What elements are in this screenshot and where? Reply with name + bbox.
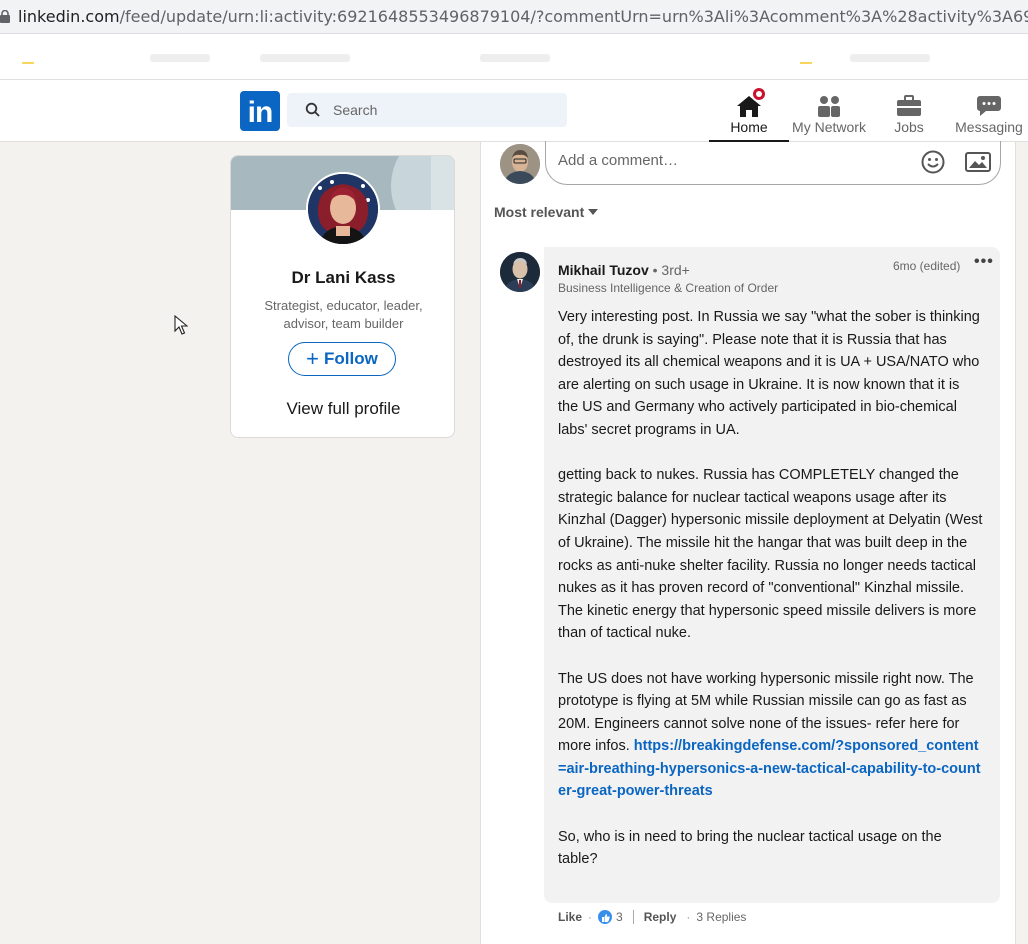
post-comments-panel: Most relevant Mikhail Tuzov • 3rd+ Busin… — [480, 141, 1016, 944]
bookmark-marker — [22, 62, 34, 64]
comment-author[interactable]: Mikhail Tuzov • 3rd+ — [558, 262, 690, 278]
url-domain: linkedin.com — [18, 7, 120, 26]
current-user-avatar — [500, 144, 540, 184]
comment-paragraph: getting back to nukes. Russia has COMPLE… — [558, 467, 983, 642]
author-name[interactable]: Mikhail Tuzov — [558, 262, 649, 278]
plus-icon: + — [306, 346, 320, 371]
follow-label: Follow — [324, 349, 378, 368]
emoji-icon[interactable] — [920, 149, 946, 175]
view-full-profile-link[interactable]: View full profile — [231, 399, 454, 419]
more-options-button[interactable]: ••• — [974, 253, 994, 273]
search-input[interactable] — [331, 101, 555, 119]
comment-input[interactable] — [556, 151, 860, 170]
nav-my-network-label: My Network — [792, 119, 866, 135]
linkedin-navbar: in Home My Network Jobs Messaging — [0, 80, 1028, 142]
sort-dropdown[interactable]: Most relevant — [494, 204, 599, 220]
replies-count[interactable]: 3 Replies — [696, 910, 746, 924]
sort-label: Most relevant — [494, 204, 585, 220]
nav-home[interactable]: Home — [709, 86, 789, 142]
profile-card: Dr Lani Kass Strategist, educator, leade… — [230, 155, 455, 438]
separator-dot: · — [588, 910, 593, 924]
like-button[interactable]: Like — [558, 910, 582, 924]
bookmark-marker — [800, 62, 812, 64]
reaction-count[interactable]: 3 — [616, 910, 623, 924]
commenter-avatar[interactable] — [500, 252, 540, 292]
profile-avatar[interactable] — [306, 172, 380, 246]
bookmark-blur — [850, 54, 930, 62]
url-text: linkedin.com/feed/update/urn:li:activity… — [18, 7, 1028, 26]
comment-box[interactable] — [545, 141, 1001, 185]
follow-button[interactable]: + Follow — [288, 342, 396, 376]
nav-jobs-label: Jobs — [894, 119, 924, 135]
browser-url-bar[interactable]: linkedin.com/feed/update/urn:li:activity… — [0, 0, 1028, 34]
connection-degree: • 3rd+ — [652, 262, 690, 278]
bookmark-blur — [260, 54, 350, 62]
search-bar[interactable] — [287, 93, 567, 127]
author-headline: Business Intelligence & Creation of Orde… — [558, 281, 779, 295]
nav-messaging-label: Messaging — [955, 119, 1023, 135]
thumbs-up-icon — [598, 910, 613, 924]
notification-badge — [751, 86, 767, 102]
search-icon — [305, 102, 320, 117]
comment-paragraph: Very interesting post. In Russia we say … — [558, 309, 980, 438]
caret-down-icon — [588, 209, 599, 215]
comment-paragraph: The US does not have working hypersonic … — [558, 668, 983, 804]
nav-jobs[interactable]: Jobs — [869, 86, 949, 136]
separator-dot: · — [686, 910, 691, 924]
profile-headline: Strategist, educator, leader, advisor, t… — [264, 298, 423, 331]
comment-paragraph: So, who is in need to bring the nuclear … — [558, 828, 942, 868]
mouse-cursor-icon — [174, 315, 188, 335]
people-icon — [818, 96, 840, 117]
logo-text: in — [247, 96, 274, 129]
bookmarks-bar — [0, 34, 1028, 80]
linkedin-logo[interactable]: in — [240, 91, 280, 131]
comment-bubble: Mikhail Tuzov • 3rd+ Business Intelligen… — [544, 247, 1000, 903]
message-icon — [977, 96, 1001, 116]
reply-button[interactable]: Reply — [644, 910, 677, 924]
divider — [632, 910, 634, 924]
profile-name[interactable]: Dr Lani Kass — [231, 268, 454, 288]
briefcase-icon — [897, 95, 921, 116]
comment-timestamp: 6mo (edited) — [893, 259, 961, 273]
bookmark-blur — [480, 54, 550, 62]
nav-home-label: Home — [730, 119, 768, 135]
nav-messaging[interactable]: Messaging — [949, 86, 1028, 136]
comment-actions: Like · 3 Reply · 3 Replies — [558, 910, 746, 924]
bookmark-blur — [150, 54, 210, 62]
url-path: /feed/update/urn:li:activity:69216485534… — [119, 7, 1028, 26]
nav-my-network[interactable]: My Network — [789, 86, 869, 136]
lock-icon — [0, 7, 10, 27]
comment-text: Very interesting post. In Russia we say … — [558, 306, 983, 893]
image-icon[interactable] — [964, 149, 992, 175]
